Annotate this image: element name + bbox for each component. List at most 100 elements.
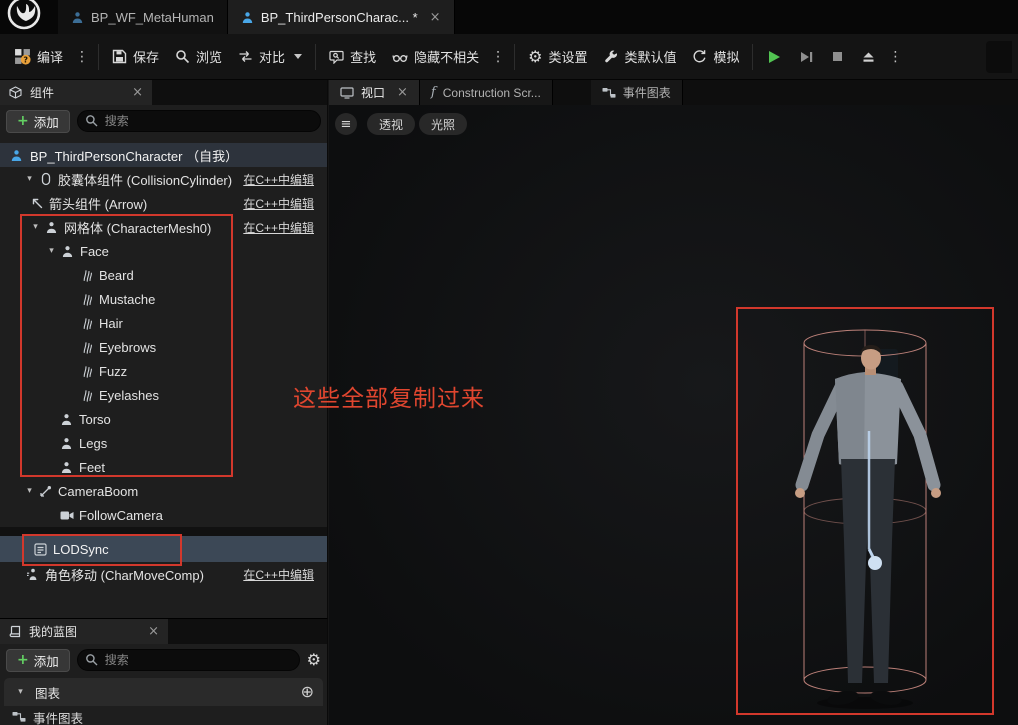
tree-item-face[interactable]: ▾ Face: [0, 239, 327, 263]
component-label: Beard: [99, 267, 134, 283]
play-button[interactable]: [758, 40, 790, 74]
tree-item-followcamera[interactable]: FollowCamera: [0, 503, 327, 527]
frame-skip-button[interactable]: [790, 40, 822, 74]
hide-unrelated-button[interactable]: 隐藏不相关: [384, 40, 487, 74]
tree-item-charmovecomp[interactable]: 角色移动 (CharMoveComp) 在C++中编辑: [0, 562, 327, 586]
close-icon[interactable]: ×: [397, 85, 408, 100]
tree-item-cameraboom[interactable]: ▾ CameraBoom: [0, 479, 327, 503]
simulate-label: 模拟: [713, 50, 740, 65]
tree-item-fuzz[interactable]: Fuzz: [0, 359, 327, 383]
compile-button[interactable]: ? 编译: [6, 40, 71, 74]
plus-icon: +: [17, 652, 29, 668]
simulate-button[interactable]: 模拟: [684, 40, 747, 74]
tree-item-collision-cylinder[interactable]: ▾ 胶囊体组件 (CollisionCylinder) 在C++中编辑: [0, 167, 327, 191]
tab-viewport[interactable]: 视口 ×: [329, 80, 420, 105]
groom-icon: [78, 341, 95, 354]
viewport-menu-button[interactable]: ≡: [335, 113, 357, 135]
play-options-icon[interactable]: ⋮: [884, 49, 906, 65]
my-blueprint-toolbar: + 添加 ⚙: [0, 644, 327, 676]
add-component-button[interactable]: + 添加: [6, 109, 70, 133]
edit-in-cpp-link[interactable]: 在C++中编辑: [243, 566, 314, 583]
tree-item-beard[interactable]: Beard: [0, 263, 327, 287]
close-icon[interactable]: ×: [148, 624, 159, 639]
wrench-icon: [605, 50, 618, 63]
hide-unrelated-options-icon[interactable]: ⋮: [487, 49, 509, 65]
expander-icon[interactable]: ▾: [28, 222, 43, 232]
tree-item-eyelashes[interactable]: Eyelashes: [0, 383, 327, 407]
arrow-icon: [28, 197, 45, 209]
component-label: Eyebrows: [99, 339, 157, 355]
tree-item-character-mesh[interactable]: ▾ 网格体 (CharacterMesh0) 在C++中编辑: [0, 215, 327, 239]
components-search-input[interactable]: [76, 110, 321, 132]
component-label: Feet: [79, 459, 106, 475]
event-graph-list-item[interactable]: 事件图表: [0, 706, 327, 725]
class-defaults-button[interactable]: 类默认值: [595, 40, 684, 74]
document-tabs: BP_WF_MetaHuman BP_ThirdPersonCharac... …: [58, 0, 455, 34]
viewport-3d[interactable]: ≡ 透视 光照: [329, 105, 1018, 725]
spring-arm-icon: [37, 485, 54, 498]
eject-button[interactable]: [853, 40, 884, 74]
component-label: Torso: [79, 411, 111, 427]
expander-icon[interactable]: ▾: [44, 246, 59, 256]
graphs-header-label: 图表: [35, 686, 61, 701]
graphs-section-header[interactable]: ▾ 图表 ⊕: [4, 678, 323, 706]
tab-my-blueprint[interactable]: 我的蓝图 ×: [0, 619, 168, 644]
tree-item-legs[interactable]: Legs: [0, 431, 327, 455]
event-graph-icon: [12, 712, 26, 722]
component-label: Face: [80, 243, 109, 259]
browse-button[interactable]: 浏览: [167, 40, 230, 74]
edit-in-cpp-link[interactable]: 在C++中编辑: [243, 195, 314, 212]
unreal-logo-icon[interactable]: [3, 0, 45, 34]
tree-item-arrow[interactable]: 箭头组件 (Arrow) 在C++中编辑: [0, 191, 327, 215]
tab-components[interactable]: 组件 ×: [0, 80, 152, 105]
expander-icon[interactable]: ▾: [22, 486, 37, 496]
edit-in-cpp-link[interactable]: 在C++中编辑: [243, 171, 314, 188]
class-settings-button[interactable]: ⚙ 类设置: [520, 40, 595, 74]
add-blueprint-item-button[interactable]: + 添加: [6, 648, 70, 672]
simulate-icon: [694, 50, 706, 63]
tab-label: 事件图表: [622, 86, 671, 100]
tree-item-torso[interactable]: Torso: [0, 407, 327, 431]
perspective-button[interactable]: 透视: [367, 113, 416, 135]
tree-item-mustache[interactable]: Mustache: [0, 287, 327, 311]
close-icon[interactable]: ×: [430, 10, 441, 25]
root-label: BP_ThirdPersonCharacter （自我）: [30, 148, 239, 164]
lit-mode-button[interactable]: 光照: [419, 113, 468, 135]
tree-item-lodsync-selected[interactable]: LODSync: [0, 536, 327, 562]
tree-item-eyebrows[interactable]: Eyebrows: [0, 335, 327, 359]
blueprint-person-icon: [72, 11, 83, 23]
search-icon: [85, 653, 98, 666]
tree-item-hair[interactable]: Hair: [0, 311, 327, 335]
camera-icon: [58, 510, 75, 521]
tab-event-graph[interactable]: 事件图表: [590, 80, 683, 105]
add-graph-icon[interactable]: ⊕: [301, 684, 314, 700]
component-label: CameraBoom: [58, 483, 139, 499]
tab-label: Construction Scr...: [442, 85, 541, 100]
viewport-tabbar: 视口 × f Construction Scr... 事件图表: [329, 80, 1018, 105]
tab-construction-script[interactable]: f Construction Scr...: [419, 80, 553, 105]
save-button[interactable]: 保存: [104, 40, 167, 74]
tab-bp-wf-metahuman[interactable]: BP_WF_MetaHuman: [58, 0, 228, 34]
add-label: 添加: [33, 115, 59, 130]
add-label: 添加: [33, 654, 59, 669]
settings-gear-icon[interactable]: ⚙: [307, 652, 321, 668]
tree-root-bp-thirdpersoncharacter[interactable]: BP_ThirdPersonCharacter （自我）: [0, 143, 327, 167]
expander-icon[interactable]: ▾: [22, 174, 37, 184]
toolbar-cutoff-button[interactable]: [986, 40, 1012, 73]
diff-button[interactable]: 对比: [230, 40, 310, 74]
stop-button[interactable]: [822, 40, 853, 74]
compile-options-icon[interactable]: ⋮: [71, 49, 93, 65]
groom-icon: [78, 365, 95, 378]
save-icon: [112, 49, 127, 64]
hamburger-icon: ≡: [340, 116, 352, 132]
edit-in-cpp-link[interactable]: 在C++中编辑: [243, 219, 314, 236]
tree-item-feet[interactable]: Feet: [0, 455, 327, 479]
expander-icon[interactable]: ▾: [13, 687, 28, 697]
event-graph-label: 事件图表: [33, 711, 84, 725]
find-button[interactable]: 查找: [321, 40, 384, 74]
tab-label: 视口: [361, 86, 386, 100]
my-blueprint-search-input[interactable]: [76, 649, 300, 671]
tab-bp-thirdpersoncharacter[interactable]: BP_ThirdPersonCharac... * ×: [227, 0, 455, 34]
browse-icon: [176, 50, 190, 64]
close-icon[interactable]: ×: [132, 85, 143, 100]
